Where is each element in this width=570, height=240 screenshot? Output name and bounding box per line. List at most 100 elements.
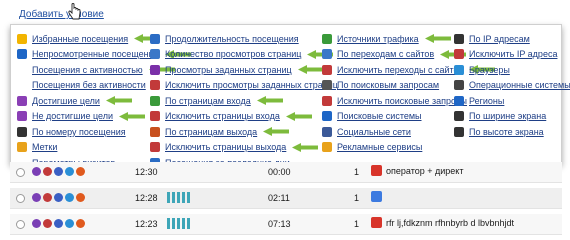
activity-bar xyxy=(177,192,180,203)
condition-item[interactable]: Исключить IP адреса xyxy=(454,47,570,63)
condition-item[interactable]: По страницам входа xyxy=(150,93,338,109)
search-icon xyxy=(43,193,52,202)
condition-item[interactable]: Исключить страницы входа xyxy=(150,109,338,125)
clock-icon xyxy=(150,33,160,44)
add-condition-link[interactable]: Добавить условие xyxy=(19,9,104,20)
link-off-icon xyxy=(322,64,332,75)
page-count: 1 xyxy=(354,219,360,229)
condition-label: Просмотры заданных страниц xyxy=(165,64,292,75)
globe-icon xyxy=(65,219,74,228)
browser-icon xyxy=(76,219,85,228)
exit-icon xyxy=(150,126,160,137)
search-icon xyxy=(43,219,52,228)
condition-item[interactable]: Браузеры xyxy=(454,62,570,78)
os-icon xyxy=(454,80,464,91)
check-icon xyxy=(150,64,160,75)
condition-label: Непросмотренные посещения xyxy=(32,49,159,60)
expand-toggle-icon[interactable] xyxy=(16,220,25,229)
screen-width-icon xyxy=(454,111,464,122)
social-icon xyxy=(322,126,332,137)
condition-label: Избранные посещения xyxy=(32,33,129,44)
target-icon xyxy=(17,95,27,106)
condition-label: Исключить поисковые запросы xyxy=(337,95,468,106)
condition-label: Не достигшие цели xyxy=(32,111,113,122)
activity-bar xyxy=(177,218,180,229)
condition-item[interactable]: Исключить просмотры заданных страниц xyxy=(150,78,338,94)
yandex-icon xyxy=(371,217,382,228)
table-row[interactable]: 12:30 00:00 1 оператор + директ xyxy=(10,162,562,183)
annotation-arrow-icon xyxy=(119,111,145,121)
condition-label: Количество просмотров страниц xyxy=(165,49,302,60)
condition-label: По номеру посещения xyxy=(32,126,126,137)
visit-time: 12:30 xyxy=(135,167,158,177)
condition-item[interactable]: Рекламные сервисы xyxy=(322,140,495,156)
search-engines-icon xyxy=(322,111,332,122)
expand-toggle-icon[interactable] xyxy=(16,194,25,203)
condition-label: Браузеры xyxy=(469,64,510,75)
table-row[interactable]: 12:28 02:11 1 xyxy=(10,188,562,209)
traffic-source: оператор + директ xyxy=(371,165,463,176)
play-icon xyxy=(32,219,41,228)
search-off-icon xyxy=(322,95,332,106)
visit-icons xyxy=(32,219,85,228)
play-icon xyxy=(32,167,41,176)
page-count: 1 xyxy=(354,167,360,177)
target-off-icon xyxy=(17,111,27,122)
condition-label: По IP адресам xyxy=(469,33,530,44)
condition-item[interactable]: Продолжительность посещения xyxy=(150,31,338,47)
table-row[interactable]: 12:23 07:13 1 rfr lj,fdkznm rfhnbyrb d lbvb… xyxy=(10,214,562,235)
star-icon xyxy=(17,33,27,44)
condition-label: Источники трафика xyxy=(337,33,419,44)
annotation-arrow-icon xyxy=(297,65,324,75)
visit-icons xyxy=(32,167,85,176)
condition-item[interactable]: Просмотры заданных страниц xyxy=(150,62,338,78)
activity-bar xyxy=(172,218,175,229)
condition-item[interactable]: По ширине экрана xyxy=(454,109,570,125)
condition-item[interactable]: По высоте экрана xyxy=(454,124,570,140)
activity-bars xyxy=(167,218,190,229)
condition-item[interactable]: По страницам выхода xyxy=(150,124,338,140)
browser-icon xyxy=(454,64,464,75)
page-count: 1 xyxy=(354,193,360,203)
activity-bars xyxy=(167,192,190,203)
screen-height-icon xyxy=(454,126,464,137)
condition-item[interactable]: Исключить страницы выхода xyxy=(150,140,338,156)
condition-item[interactable]: Количество просмотров страниц xyxy=(150,47,338,63)
condition-label: Исключить IP адреса xyxy=(469,49,558,60)
annotation-arrow-icon xyxy=(424,34,451,44)
visit-duration: 07:13 xyxy=(268,219,291,229)
yandex-icon xyxy=(371,165,382,176)
annotation-arrow-icon xyxy=(285,111,312,121)
expand-toggle-icon[interactable] xyxy=(16,168,25,177)
ip-icon xyxy=(454,33,464,44)
activity-bar xyxy=(187,218,190,229)
condition-label: Метки xyxy=(32,142,58,153)
condition-item[interactable]: Операционные системы xyxy=(454,78,570,94)
enter-off-icon xyxy=(150,111,160,122)
annotation-arrow-icon xyxy=(105,96,132,106)
traffic-icon xyxy=(322,33,332,44)
google-icon xyxy=(371,191,382,202)
condition-label: Регионы xyxy=(469,95,505,106)
globe-icon xyxy=(65,167,74,176)
conditions-dropdown: Избранные посещения Непросмотренные посещ… xyxy=(10,24,570,168)
condition-label: Исключить страницы входа xyxy=(165,111,280,122)
condition-label: Операционные системы xyxy=(469,80,570,91)
exit-off-icon xyxy=(150,142,160,153)
browser-icon xyxy=(76,193,85,202)
browser-icon xyxy=(76,167,85,176)
condition-item[interactable]: По IP адресам xyxy=(454,31,570,47)
visit-duration: 00:00 xyxy=(268,167,291,177)
tag-icon xyxy=(17,142,27,153)
flag-icon xyxy=(54,219,63,228)
condition-label: Достигшие цели xyxy=(32,95,100,106)
condition-label: Рекламные сервисы xyxy=(337,142,423,153)
condition-item[interactable]: Регионы xyxy=(454,93,570,109)
condition-label: Социальные сети xyxy=(337,126,411,137)
hand-cursor-icon xyxy=(68,3,81,20)
annotation-arrow-icon xyxy=(292,142,319,152)
condition-label: Исключить переходы с сайтов xyxy=(337,64,464,75)
condition-label: Посещения с активностью xyxy=(32,64,143,75)
condition-label: По страницам входа xyxy=(165,95,251,106)
visit-time: 12:28 xyxy=(135,193,158,203)
